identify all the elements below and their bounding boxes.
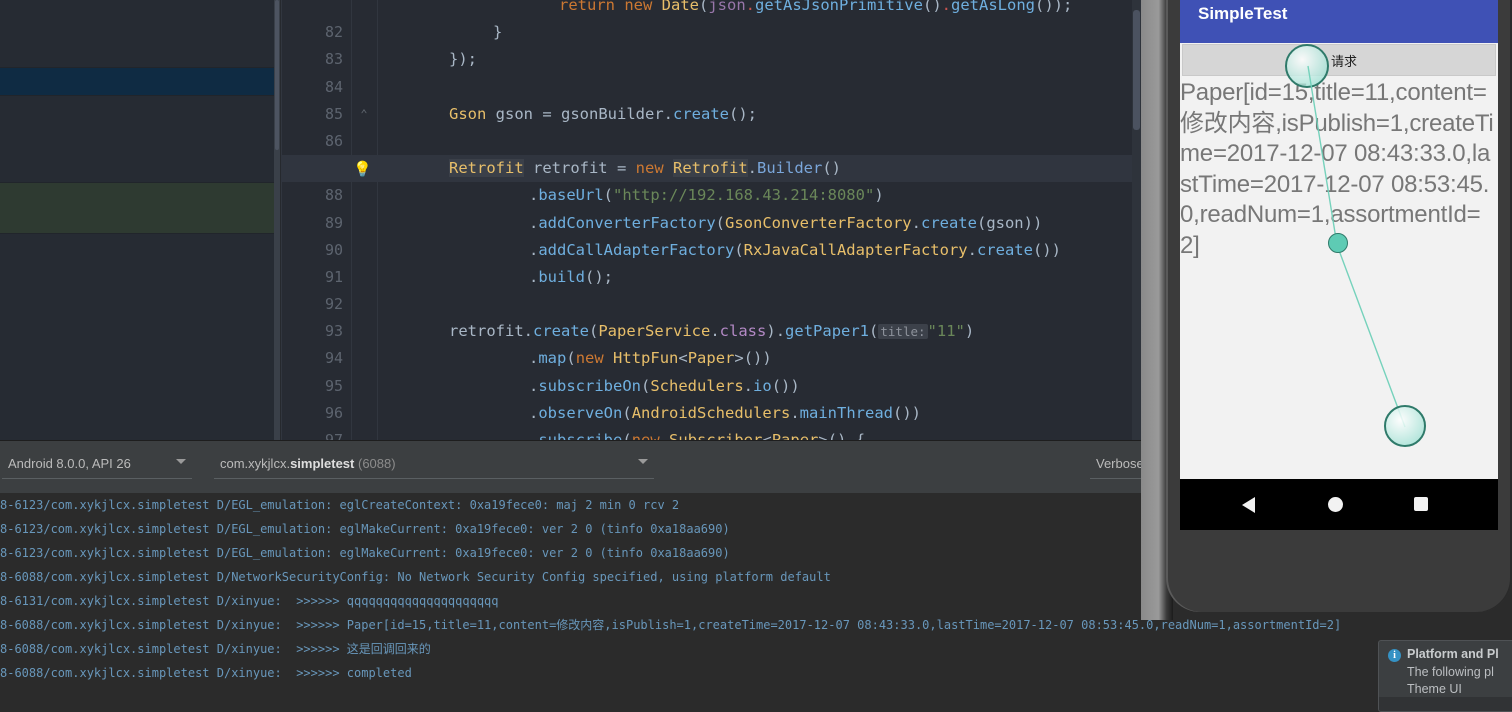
left-panel-scrollbar[interactable]	[274, 0, 280, 440]
code-line[interactable]: 97 .observeOn(AndroidSchedulers.mainThre…	[281, 400, 1141, 440]
code-line[interactable]: 93	[281, 291, 1141, 340]
app-title: SimpleTest	[1198, 4, 1288, 23]
navigation-bar	[1180, 479, 1498, 530]
code-line[interactable]: 98 ⌄ .subscribe(new Subscriber<Paper>() …	[281, 427, 1141, 440]
device-frame: SimpleTest 请求 Paper[id=15,title=11,conte…	[1166, 0, 1512, 612]
left-panel-highlight-green[interactable]	[0, 183, 274, 233]
line-code: .observeOn(AndroidSchedulers.mainThread(…	[529, 403, 921, 422]
code-line[interactable]: 86 Gson gson = gsonBuilder.create();	[281, 101, 1141, 150]
notification-balloon[interactable]: i Platform and Pl The following pl Theme…	[1378, 640, 1512, 712]
emulator-window[interactable]: SimpleTest 请求 Paper[id=15,title=11,conte…	[1141, 0, 1512, 620]
line-code: .build();	[529, 267, 614, 286]
app-bar: SimpleTest	[1180, 0, 1498, 43]
notification-title: Platform and Pl	[1407, 647, 1499, 661]
line-code: Gson gson = gsonBuilder.create();	[449, 104, 757, 123]
left-panel-highlight-blue[interactable]	[0, 68, 274, 95]
line-code: }	[493, 23, 503, 42]
code-editor[interactable]: 82 return new Date(json.getAsJsonPrimiti…	[281, 0, 1141, 440]
line-code: .baseUrl("http://192.168.43.214:8080")	[529, 186, 884, 205]
code-line[interactable]: 85	[281, 74, 1141, 123]
editor-scrollbar[interactable]	[1132, 0, 1141, 440]
notification-line-1: The following pl	[1407, 665, 1494, 679]
code-line[interactable]: 89 .baseUrl("http://192.168.43.214:8080"…	[281, 182, 1141, 231]
code-line[interactable]: 84 ⌃ });	[281, 46, 1141, 120]
request-button-label: 请求	[1331, 55, 1358, 70]
code-line[interactable]: 87	[281, 128, 1141, 177]
chevron-down-icon	[176, 459, 186, 464]
device-screen-bezel: SimpleTest 请求 Paper[id=15,title=11,conte…	[1180, 0, 1498, 530]
device-selector[interactable]: Android 8.0.0, API 26	[2, 453, 192, 479]
device-screen[interactable]: SimpleTest 请求 Paper[id=15,title=11,conte…	[1180, 0, 1498, 530]
line-code: return new Date(json.getAsJsonPrimitive(…	[559, 0, 1073, 14]
log-line: 8-6088/com.xykjlcx.simpletest D/xinyue: …	[0, 642, 431, 656]
code-line[interactable]: 94 retrofit.create(PaperService.class).g…	[281, 318, 1141, 367]
code-line[interactable]: 90 .addConverterFactory(GsonConverterFac…	[281, 210, 1141, 259]
chevron-down-icon	[638, 459, 648, 464]
process-prefix: com.xykjlcx.	[220, 456, 291, 471]
line-code: Retrofit retrofit = new Retrofit.Builder…	[449, 159, 842, 178]
process-selector-label: com.xykjlcx.simpletest (6088)	[220, 456, 396, 471]
process-pid: (6088)	[358, 456, 396, 471]
code-lines: 82 return new Date(json.getAsJsonPrimiti…	[281, 0, 1141, 440]
line-code: .subscribeOn(Schedulers.io())	[529, 376, 800, 395]
code-line[interactable]: 92 .build();	[281, 264, 1141, 313]
line-code: retrofit.create(PaperService.class).getP…	[449, 322, 975, 341]
code-line[interactable]: 95 .map(new HttpFun<Paper>())	[281, 345, 1141, 394]
line-code: .map(new HttpFun<Paper>())	[529, 349, 772, 368]
recents-button-icon[interactable]	[1414, 497, 1428, 511]
log-line: 8-6088/com.xykjlcx.simpletest D/xinyue: …	[0, 666, 412, 680]
android-studio-window: 82 return new Date(json.getAsJsonPrimiti…	[0, 0, 1512, 712]
process-selector[interactable]: com.xykjlcx.simpletest (6088)	[214, 453, 654, 479]
home-button-icon[interactable]	[1328, 497, 1343, 512]
info-icon: i	[1388, 649, 1401, 662]
parameter-hint: title:	[878, 324, 928, 340]
line-code: .addConverterFactory(GsonConverterFactor…	[529, 213, 1043, 232]
code-line[interactable]: 91 .addCallAdapterFactory(RxJavaCallAdap…	[281, 237, 1141, 286]
line-code: .addCallAdapterFactory(RxJavaCallAdapter…	[529, 240, 1061, 259]
code-line[interactable]: 83 }	[281, 19, 1141, 68]
notification-footer	[1379, 697, 1512, 711]
back-button-icon[interactable]	[1242, 497, 1255, 513]
result-textview: Paper[id=15,title=11,content=修改内容,isPubl…	[1180, 79, 1494, 259]
log-level-label: Verbose	[1096, 456, 1144, 471]
device-selector-label: Android 8.0.0, API 26	[8, 456, 131, 471]
intention-bulb-icon[interactable]: 💡	[353, 161, 372, 177]
code-line-current[interactable]: 88 💡 Retrofit retrofit = new Retrofit.Bu…	[281, 155, 1141, 204]
left-tool-panel[interactable]	[0, 0, 274, 440]
notification-line-2: Theme UI	[1407, 682, 1462, 696]
touch-indicator-end	[1384, 405, 1426, 447]
line-code: });	[449, 50, 477, 69]
request-button[interactable]: 请求	[1182, 44, 1496, 76]
process-name: simpletest	[290, 456, 355, 471]
code-line[interactable]: 96 .subscribeOn(Schedulers.io())	[281, 373, 1141, 422]
code-line[interactable]: 82 return new Date(json.getAsJsonPrimiti…	[281, 0, 1141, 41]
line-code: .subscribe(new Subscriber<Paper>() {	[529, 431, 866, 440]
